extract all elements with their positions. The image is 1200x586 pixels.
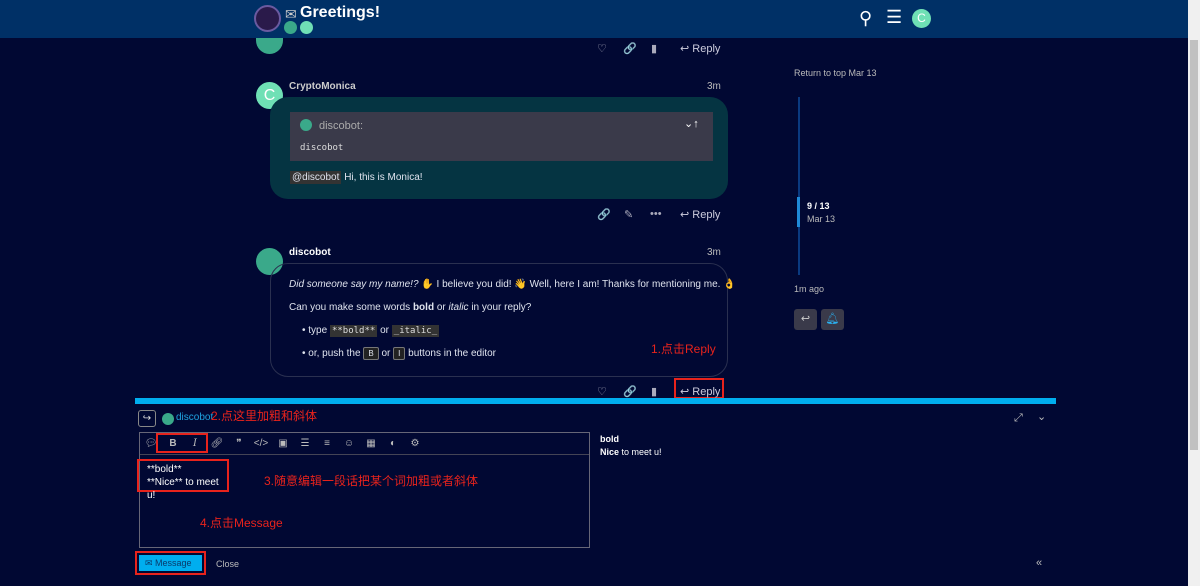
topic-title[interactable]: Greetings! <box>300 4 380 22</box>
blockquote-icon[interactable]: ❞ <box>228 438 250 449</box>
reply-label: Reply <box>692 43 721 55</box>
annotation-box-message: ✉ Message <box>135 551 206 575</box>
notification-bell-icon[interactable]: 🔔︎ <box>821 309 844 330</box>
participant-discobot-avatar[interactable] <box>284 21 297 34</box>
text: to meet u! <box>619 447 662 457</box>
editor-textarea[interactable]: **bold** **Nice** to meet u! <box>137 459 229 501</box>
code: _italic_ <box>391 325 440 337</box>
top-header <box>0 0 1188 38</box>
reply-options-icon[interactable]: ↪ <box>138 410 156 427</box>
scrollbar-thumb[interactable] <box>1190 40 1198 450</box>
post-author[interactable]: discobot <box>289 247 331 258</box>
user-avatar[interactable]: C <box>912 9 931 28</box>
fullscreen-icon[interactable]: ⤢ <box>1014 412 1023 425</box>
recipient[interactable]: discobot <box>176 412 213 423</box>
image-icon[interactable]: ▣ <box>272 438 294 449</box>
preview-line-2: Nice to meet u! <box>600 447 662 457</box>
emoji-icon[interactable]: ☺ <box>338 438 360 449</box>
bullet-list-icon[interactable]: ☰ <box>294 438 316 449</box>
editor-line: **Nice** to meet u! <box>147 477 219 501</box>
reply-button[interactable]: ↩ Reply <box>680 208 720 221</box>
message-button[interactable]: ✉ Message <box>139 555 202 571</box>
reply-label: Reply <box>692 386 721 398</box>
post-body: @discobot Hi, this is Monica! <box>290 171 423 184</box>
link-icon[interactable]: 🔗︎ <box>206 438 228 449</box>
quote-avatar <box>300 119 312 131</box>
text: buttons in the editor <box>408 348 496 359</box>
return-to-top-link[interactable]: Return to top Mar 13 <box>794 67 884 80</box>
calendar-icon[interactable]: ▦ <box>360 438 382 449</box>
text: type <box>308 325 328 336</box>
toolbar-divider <box>140 454 589 455</box>
like-icon[interactable]: ♡ <box>597 385 607 398</box>
code: **bold** <box>329 325 378 337</box>
expand-quote-icon[interactable]: ⌄↑ <box>684 117 699 130</box>
post-line-2: Can you make some words bold or italic i… <box>289 302 531 313</box>
timeline-bottom[interactable]: 1m ago <box>794 284 824 294</box>
bookmark-icon[interactable]: ▮ <box>651 42 657 55</box>
preview-line-1: bold <box>600 434 619 444</box>
text: or, push the <box>308 348 361 359</box>
text: or <box>380 325 390 336</box>
link-icon[interactable]: 🔗 <box>623 385 637 398</box>
collapse-preview-icon[interactable]: « <box>1036 557 1042 569</box>
link-icon[interactable]: 🔗 <box>623 42 637 55</box>
text: Can you make some words <box>289 302 411 313</box>
hamburger-menu-icon[interactable]: ☰ <box>886 7 902 28</box>
site-logo[interactable] <box>254 5 281 32</box>
timeline-date: Mar 13 <box>807 214 836 224</box>
editor-line: **bold** <box>147 464 182 475</box>
quote-text: discobot <box>300 143 344 153</box>
code-icon[interactable]: </> <box>250 438 272 449</box>
bold-text: Nice <box>600 447 620 457</box>
recipient-avatar <box>162 413 174 425</box>
search-icon[interactable]: ⚲ <box>859 8 872 29</box>
post-text: Hi, this is Monica! <box>344 172 423 183</box>
annotation-step2: 2.点这里加粗和斜体 <box>211 409 318 423</box>
text: ✋ I believe you did! 👋 Well, here I am! … <box>421 279 736 290</box>
quote-author: discobot: <box>319 120 364 132</box>
timeline-handle[interactable] <box>797 197 800 227</box>
bullet-1: • type **bold** or _italic_ <box>302 325 440 337</box>
post-time[interactable]: 3m <box>707 81 721 92</box>
mention-link[interactable]: @discobot <box>290 171 342 184</box>
post-time[interactable]: 3m <box>707 247 721 258</box>
more-icon[interactable]: ••• <box>650 208 662 220</box>
bookmark-icon[interactable]: ▮ <box>651 385 657 398</box>
reply-arrow-icon[interactable]: ↩ <box>794 309 817 330</box>
post-author[interactable]: CryptoMonica <box>289 81 356 92</box>
bold-text: bold <box>412 302 435 313</box>
annotation-step4: 4.点击Message <box>200 516 283 530</box>
annotation-step1: 1.点击Reply <box>651 342 716 356</box>
kbd: I <box>393 347 406 360</box>
kbd: B <box>363 347 379 360</box>
edit-icon[interactable]: ✎ <box>624 208 633 221</box>
post-line-1: Did someone say my name!? ✋ I believe yo… <box>289 279 736 290</box>
link-icon[interactable]: 🔗 <box>597 208 611 221</box>
reply-button[interactable]: ↩ Reply <box>674 378 724 399</box>
palette-icon[interactable]: ◐ <box>382 438 404 449</box>
message-label: Message <box>155 558 192 568</box>
reply-label: Reply <box>692 209 721 221</box>
gear-icon[interactable]: ⚙ <box>404 438 426 449</box>
italic-text: italic <box>448 302 469 313</box>
close-button[interactable]: Close <box>216 559 239 569</box>
italic-text: Did someone say my name!? <box>289 279 419 290</box>
collapse-icon[interactable]: ⌄ <box>1037 410 1046 423</box>
reply-button[interactable]: ↩ Reply <box>680 42 720 55</box>
annotation-step3: 3.随意编辑一段话把某个词加粗或者斜体 <box>264 474 479 488</box>
text: in your reply? <box>471 302 532 313</box>
timeline-position: 9 / 13 <box>807 201 830 211</box>
participant-monica-avatar[interactable] <box>300 21 313 34</box>
numbered-list-icon[interactable]: ≡ <box>316 438 338 449</box>
text: or <box>381 348 391 359</box>
discobot-avatar[interactable] <box>256 38 283 54</box>
text: or <box>436 302 446 313</box>
like-icon[interactable]: ♡ <box>597 42 607 55</box>
bullet-2: • or, push the B or I buttons in the edi… <box>302 347 496 360</box>
annotation-box-bold-italic <box>156 433 208 453</box>
timeline-track[interactable] <box>798 97 800 275</box>
